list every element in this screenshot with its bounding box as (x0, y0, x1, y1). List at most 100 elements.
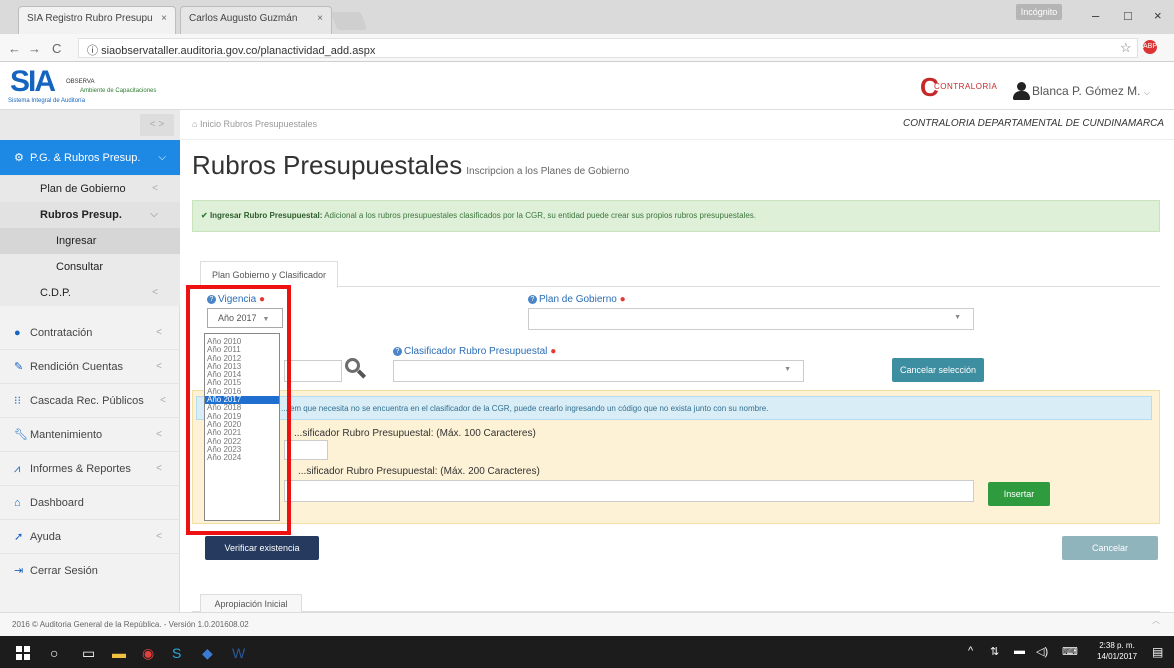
verificar-existencia-button[interactable]: Verificar existencia (205, 536, 319, 560)
circle-icon: ● (14, 327, 21, 339)
tab-plan-gobierno[interactable]: Plan Gobierno y Clasificador (200, 261, 338, 288)
sidebar-item-label: Mantenimiento (30, 429, 103, 441)
info-icon[interactable]: ⓘ (87, 45, 101, 57)
sidebar-item-label: Dashboard (30, 497, 84, 509)
close-icon[interactable]: × (161, 13, 167, 24)
windows-start-icon[interactable] (16, 646, 30, 660)
sidebar-item-cdp[interactable]: C.D.P. < (0, 280, 180, 306)
home-icon: ⌂ (192, 119, 200, 129)
user-menu[interactable]: Blanca P. Gómez M. ⌵ (1032, 84, 1150, 98)
search-icon[interactable] (343, 356, 367, 382)
cogs-icon: ⚙ (14, 152, 24, 164)
cancel-button[interactable]: Cancelar (1062, 536, 1158, 560)
sidebar-item-mantenimiento[interactable]: 🔧︎ Mantenimiento < (0, 418, 180, 452)
extension-icon[interactable]: ABP (1143, 40, 1157, 54)
sidebar-item-consultar[interactable]: Consultar (0, 254, 180, 280)
breadcrumb-bar: ⌂ Inicio Rubros Presupuestales CONTRALOR… (180, 110, 1174, 140)
system-clock[interactable]: 2:38 p. m. 14/01/2017 (1097, 640, 1137, 662)
help-icon[interactable]: ? (528, 295, 537, 304)
url-text: siaobservataller.auditoria.gov.co/planac… (101, 45, 376, 57)
alert-text: Adicional a los rubros presupuestales cl… (324, 211, 756, 220)
help-icon[interactable]: ? (393, 347, 402, 356)
battery-icon[interactable]: ▬ (1014, 645, 1025, 657)
logo-observa: OBSERVA (66, 79, 95, 85)
app-icon[interactable]: ◆ (202, 645, 213, 662)
scroll-up-icon[interactable]: ︿ (1152, 615, 1160, 626)
sidebar-item-contratacion[interactable]: ● Contratación < (0, 316, 180, 350)
forward-icon[interactable]: → (28, 41, 41, 56)
logout-icon: ⇥ (14, 565, 24, 577)
notifications-icon[interactable]: ▤ (1152, 645, 1163, 659)
chevron-up-icon[interactable]: ^ (968, 645, 973, 657)
nombre-label: ...sificador Rubro Presupuestal: (Máx. 2… (298, 466, 540, 477)
close-window-icon[interactable]: × (1154, 8, 1162, 23)
insertar-button[interactable]: Insertar (988, 482, 1050, 506)
cancel-selection-button[interactable]: Cancelar selección (892, 358, 984, 382)
breadcrumb: ⌂ Inicio Rubros Presupuestales (192, 119, 317, 129)
volume-icon[interactable]: ◁) (1036, 645, 1048, 658)
close-icon[interactable]: × (317, 13, 323, 24)
chevron-left-icon: < (156, 463, 162, 474)
sidebar-item-rubros[interactable]: Rubros Presup. ⌵ (0, 202, 180, 228)
browser-tab-sia[interactable]: SIA Registro Rubro Presupu × (18, 6, 176, 34)
contraloria-text: CONTRALORIA (934, 82, 998, 91)
required-marker: ● (550, 346, 557, 357)
sidebar-item-ayuda[interactable]: ➚ Ayuda < (0, 520, 180, 554)
codigo-label: ...sificador Rubro Presupuestal: (Máx. 1… (294, 428, 536, 439)
chrome-icon[interactable]: ◉ (142, 645, 154, 662)
sidebar-item-informes[interactable]: ⩘ Informes & Reportes < (0, 452, 180, 486)
task-view-icon[interactable]: ▭ (82, 645, 95, 662)
sia-logo[interactable]: SIA OBSERVA Ambiente de Capacitaciones S… (8, 65, 168, 107)
plan-label-text: Plan de Gobierno (539, 294, 617, 305)
new-tab-button[interactable] (330, 12, 368, 30)
breadcrumb-home[interactable]: Inicio (200, 119, 221, 129)
nombre-input[interactable] (284, 480, 974, 502)
plan-gobierno-select[interactable]: ▼ (528, 308, 974, 330)
maximize-icon[interactable]: □ (1124, 8, 1132, 23)
chevron-left-icon: < (156, 361, 162, 372)
clasificador-select[interactable]: ▼ (393, 360, 804, 382)
breadcrumb-current: Rubros Presupuestales (223, 119, 318, 129)
chevron-left-icon: < (156, 327, 162, 338)
browser-tab-carlos[interactable]: Carlos Augusto Guzmán × (180, 6, 332, 34)
sidebar-item-label: Rendición Cuentas (30, 361, 123, 373)
logo-ambiente: Ambiente de Capacitaciones (80, 88, 157, 94)
sidebar-item-label: Plan de Gobierno (40, 183, 126, 195)
word-icon[interactable]: W (232, 645, 245, 661)
sidebar-item-cerrar-sesion[interactable]: ⇥ Cerrar Sesión (0, 554, 180, 588)
sidebar-item-pg-rubros[interactable]: ⚙ P.G. & Rubros Presup. ⌵ (0, 140, 180, 176)
file-explorer-icon[interactable]: ▬ (112, 645, 126, 661)
sidebar-item-label: Consultar (56, 261, 104, 273)
chevron-left-icon: < (156, 531, 162, 542)
chart-icon: ⩘ (14, 463, 21, 475)
network-icon[interactable]: ⇅ (990, 645, 999, 658)
tab-apropiacion-inicial[interactable]: Apropiación Inicial (200, 594, 302, 613)
organization-name: CONTRALORIA DEPARTAMENTAL DE CUNDINAMARC… (903, 118, 1164, 129)
sidebar-collapse-button[interactable]: < > (140, 114, 174, 136)
clasificador-label-text: Clasificador Rubro Presupuestal (404, 346, 548, 357)
codigo-search-input[interactable] (284, 360, 342, 382)
sidebar-item-cascada[interactable]: ⁝⁝ Cascada Rec. Públicos < (0, 384, 180, 418)
keyboard-icon[interactable]: ⌨ (1062, 645, 1078, 658)
logo-sia: SIA (10, 65, 56, 98)
chevron-left-icon: < (156, 429, 162, 440)
check-circle-icon: ✔ (201, 211, 210, 220)
grid-icon: ⁝⁝ (14, 395, 21, 407)
chevron-left-icon: < (152, 183, 158, 194)
sidebar-item-plan-gobierno[interactable]: Plan de Gobierno < (0, 176, 180, 202)
plan-gobierno-label: ? Plan de Gobierno ● (528, 294, 626, 305)
page-subtitle: Inscripcion a los Planes de Gobierno (466, 166, 630, 177)
page-title: Rubros Presupuestales Inscripcion a los P… (192, 150, 629, 181)
search-icon[interactable]: ○ (50, 645, 58, 661)
avatar[interactable] (1013, 82, 1030, 100)
sidebar-item-ingresar[interactable]: Ingresar (0, 228, 180, 254)
star-icon[interactable]: ☆ (1120, 40, 1132, 56)
sidebar-item-rendicion[interactable]: ✎ Rendición Cuentas < (0, 350, 180, 384)
back-icon[interactable]: ← (8, 41, 21, 56)
reload-icon[interactable]: C (52, 41, 61, 56)
url-field[interactable]: ⓘ siaobservataller.auditoria.gov.co/plan… (78, 38, 1138, 58)
minimize-icon[interactable]: – (1092, 8, 1099, 23)
sidebar-item-dashboard[interactable]: ⌂ Dashboard (0, 486, 180, 520)
apropiacion-tabs: Apropiación Inicial (192, 590, 1160, 613)
skype-icon[interactable]: S (172, 645, 181, 661)
